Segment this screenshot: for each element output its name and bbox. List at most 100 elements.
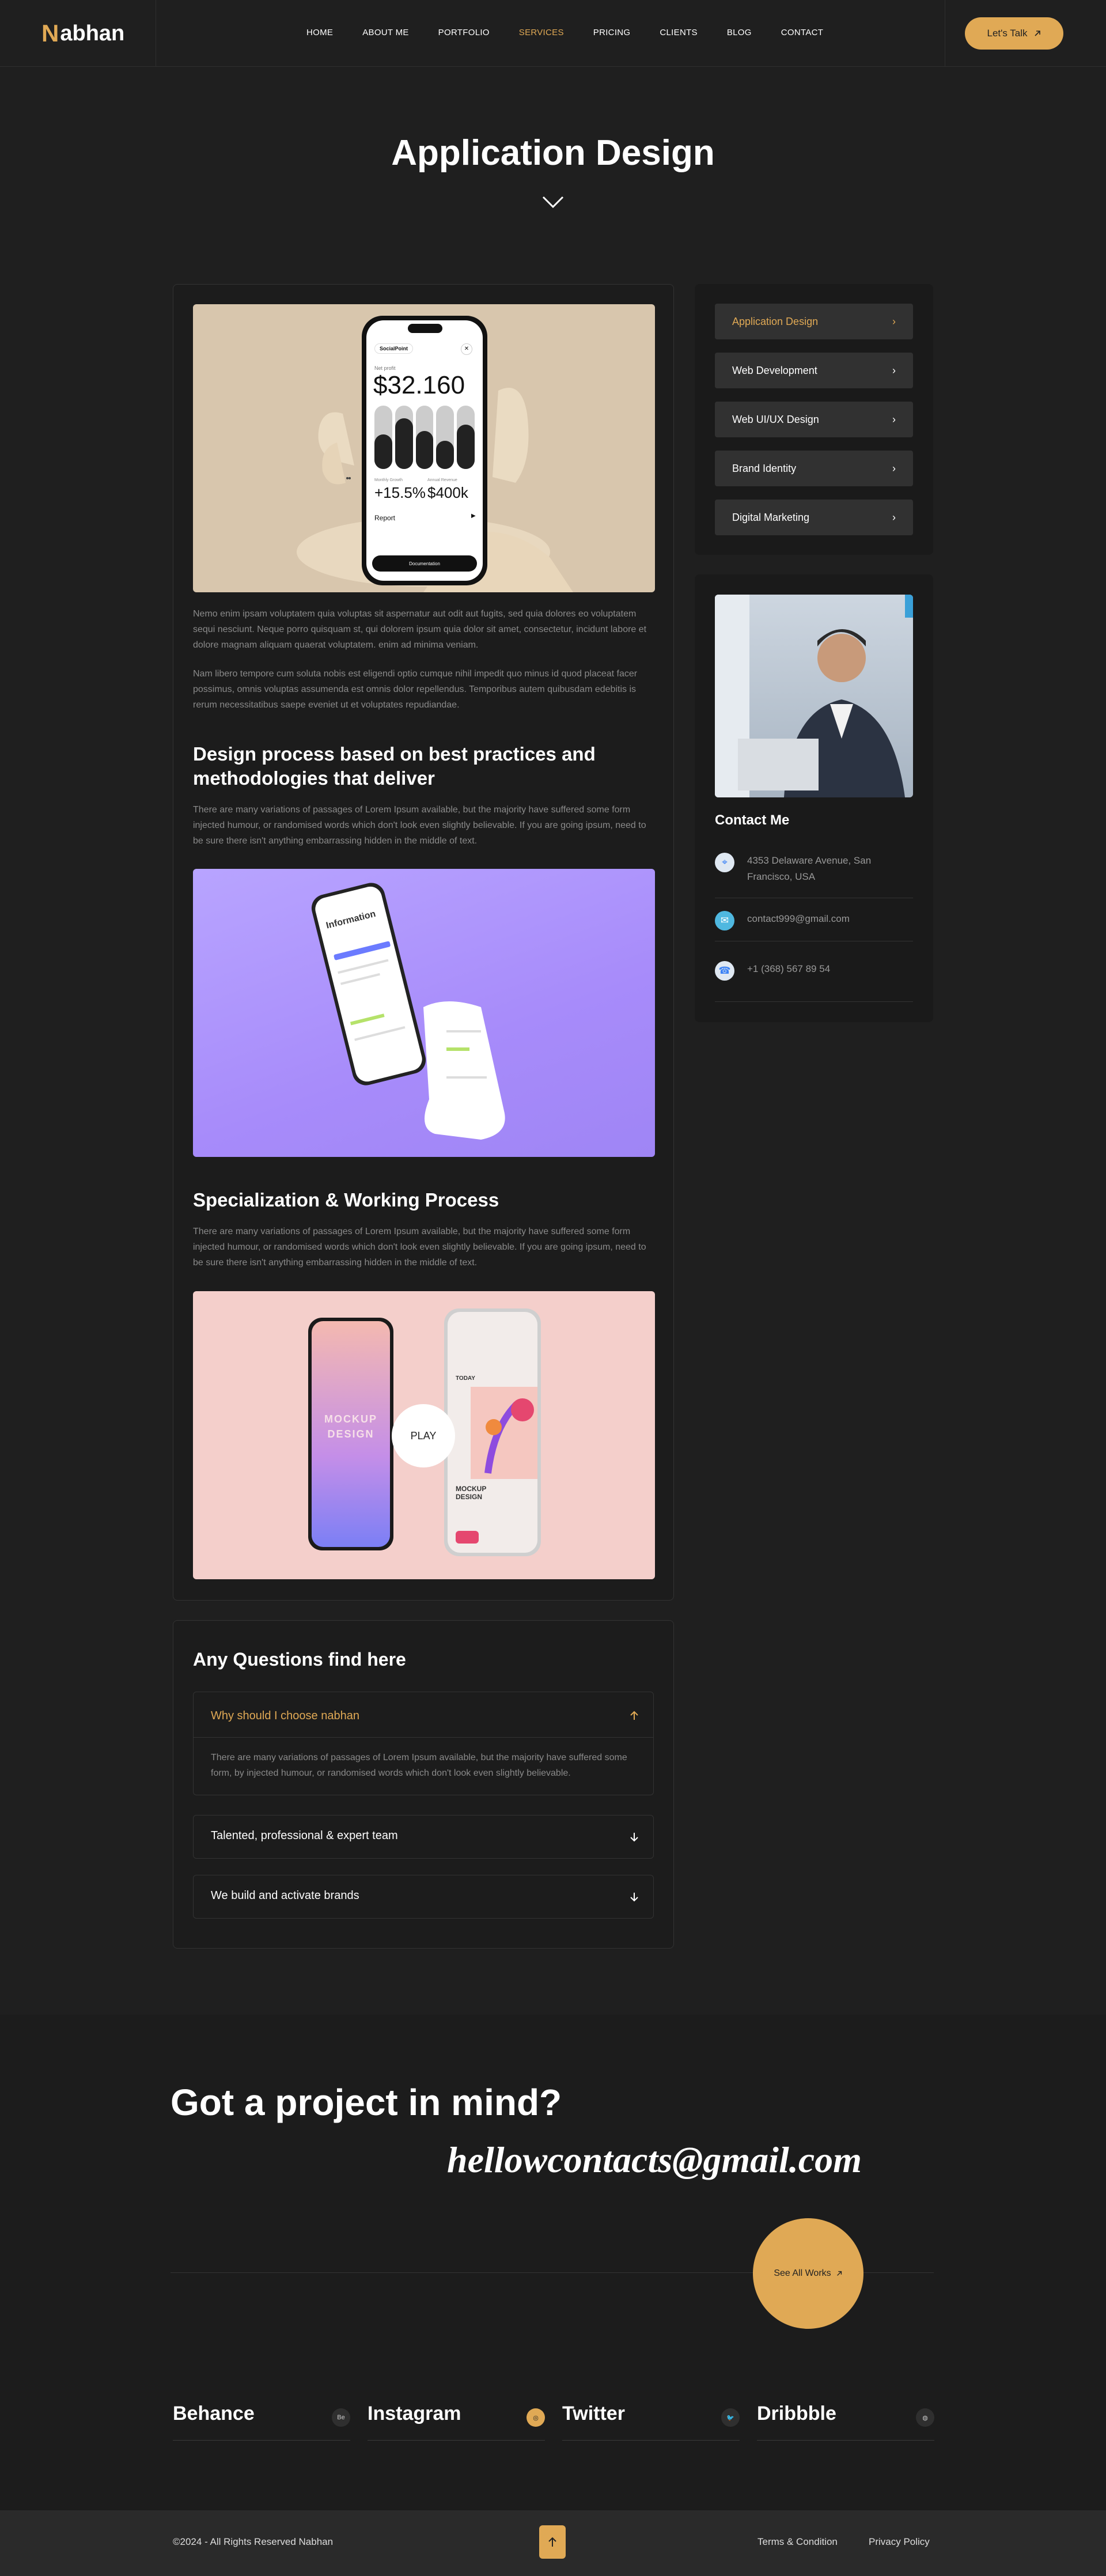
- instagram-icon: ◎: [527, 2408, 545, 2427]
- person-illustration: [715, 595, 913, 797]
- contact-title: Contact Me: [715, 812, 790, 828]
- sidebar-item-application-design[interactable]: Application Design ›: [715, 304, 913, 339]
- sidebar-item-label: Application Design: [732, 315, 819, 327]
- arrow-up-icon: [548, 2537, 556, 2547]
- social-dribbble[interactable]: Dribbble ◍: [757, 2403, 934, 2441]
- logo[interactable]: Nabhan: [41, 20, 124, 47]
- hero-image-phone: SocialPoint ✕ Net profit $32.160 Monthly…: [193, 304, 655, 592]
- lets-talk-label: Let's Talk: [987, 28, 1028, 39]
- faq-item[interactable]: Talented, professional & expert team: [193, 1815, 654, 1859]
- social-instagram[interactable]: Instagram ◎: [368, 2403, 545, 2441]
- site-header: Nabhan HOME ABOUT ME PORTFOLIO SERVICES …: [0, 0, 1106, 67]
- chevron-right-icon: ›: [892, 413, 896, 425]
- lets-talk-button[interactable]: Let's Talk: [965, 17, 1063, 50]
- behance-icon: Be: [332, 2408, 350, 2427]
- contact-phone[interactable]: ☎ +1 (368) 567 89 54: [715, 941, 913, 1002]
- chevron-right-icon: ›: [892, 462, 896, 474]
- section-paragraph-2: There are many variations of passages of…: [193, 1227, 646, 1268]
- sidebar-item-digital-marketing[interactable]: Digital Marketing ›: [715, 500, 913, 535]
- today-label: TODAY: [456, 1375, 475, 1382]
- logo-letter: N: [41, 20, 59, 47]
- mockup-small-text-2: DESIGN: [456, 1493, 483, 1501]
- nav-blog[interactable]: BLOG: [727, 28, 752, 37]
- arrow-up-icon: [630, 1711, 638, 1720]
- nav-portfolio[interactable]: PORTFOLIO: [438, 28, 490, 37]
- stat1-value: +15.5%: [374, 484, 426, 501]
- play-button[interactable]: PLAY: [392, 1404, 455, 1467]
- faq-title: Any Questions find here: [193, 1649, 406, 1670]
- nav-contact[interactable]: CONTACT: [781, 28, 823, 37]
- pill-label: Documentation: [409, 561, 440, 566]
- close-icon: ✕: [461, 343, 472, 355]
- logo-text: abhan: [60, 21, 125, 46]
- sidebar-item-ui-ux-design[interactable]: Web UI/UX Design ›: [715, 402, 913, 437]
- arrow-down-icon: [630, 1893, 638, 1902]
- nav-about[interactable]: ABOUT ME: [362, 28, 408, 37]
- intro-paragraph: Nemo enim ipsam voluptatem quia voluptas…: [193, 609, 647, 650]
- back-to-top-button[interactable]: [539, 2525, 566, 2559]
- sidebar-item-label: Web UI/UX Design: [732, 413, 819, 425]
- intro-paragraph-2: Nam libero tempore cum soluta nobis est …: [193, 669, 638, 710]
- contact-address: ⌖ 4353 Delaware Avenue, San Francisco, U…: [715, 843, 913, 898]
- stat2-label: Annual Revenue: [427, 478, 457, 482]
- faq-answer: There are many variations of passages of…: [211, 1753, 627, 1778]
- profit-label: Net profit: [374, 365, 396, 371]
- section-heading: Design process based on best practices a…: [193, 743, 596, 789]
- info-title: Information: [325, 909, 377, 931]
- profit-amount: $32.160: [373, 371, 465, 399]
- chevron-down-icon: [542, 196, 564, 209]
- nav-services[interactable]: SERVICES: [519, 28, 564, 37]
- phone-mockup-left: MOCKUP DESIGN: [308, 1318, 393, 1550]
- privacy-link[interactable]: Privacy Policy: [869, 2536, 930, 2548]
- nav-clients[interactable]: CLIENTS: [660, 28, 697, 37]
- stat2-value: $400k: [427, 484, 468, 501]
- arrow-up-right-icon: [1034, 31, 1040, 36]
- main-nav: HOME ABOUT ME PORTFOLIO SERVICES PRICING…: [306, 28, 853, 37]
- arrow-up-right-icon: [836, 2271, 842, 2276]
- profile-photo: [715, 595, 913, 797]
- copyright: ©2024 - All Rights Reserved Nabhan: [173, 2536, 334, 2547]
- mockup-small-text: MOCKUP: [456, 1485, 487, 1493]
- email-text: contact999@gmail.com: [747, 913, 850, 924]
- terms-link[interactable]: Terms & Condition: [757, 2536, 838, 2548]
- sidebar-item-brand-identity[interactable]: Brand Identity ›: [715, 451, 913, 486]
- contact-email[interactable]: ✉ contact999@gmail.com: [715, 898, 913, 941]
- see-all-works-button[interactable]: See All Works: [753, 2218, 863, 2329]
- chevron-right-icon: ›: [892, 364, 896, 376]
- play-small-icon: ▶: [471, 513, 476, 519]
- faq-item[interactable]: We build and activate brands: [193, 1875, 654, 1919]
- faq-question: Why should I choose nabhan: [211, 1709, 359, 1722]
- address-text: 4353 Delaware Avenue, San Francisco, USA: [747, 855, 872, 882]
- section-heading-2: Specialization & Working Process: [193, 1189, 499, 1211]
- faq-question: Talented, professional & expert team: [211, 1829, 398, 1842]
- image-pink-mockups: MOCKUP DESIGN TODAY MOCKUP DESIGN PLAY: [193, 1291, 655, 1579]
- social-behance[interactable]: Behance Be: [173, 2403, 350, 2441]
- nav-pricing[interactable]: PRICING: [593, 28, 631, 37]
- dribbble-icon: ◍: [916, 2408, 934, 2427]
- social-label: Instagram: [368, 2403, 461, 2424]
- sidebar-item-label: Brand Identity: [732, 462, 797, 474]
- chevron-right-icon: ›: [892, 315, 896, 327]
- sidebar-item-web-development[interactable]: Web Development ›: [715, 353, 913, 388]
- sidebar-item-label: Web Development: [732, 364, 817, 376]
- documentation-pill: Documentation: [372, 555, 477, 572]
- phone-mockup: SocialPoint ✕ Net profit $32.160 Monthly…: [362, 316, 487, 585]
- arrow-down-icon: [630, 1833, 638, 1842]
- report-label: Report: [374, 514, 396, 522]
- chat-bubble-icon: ✉: [715, 911, 734, 930]
- phone-mockup-tilted: Information: [308, 880, 429, 1088]
- faq-question: We build and activate brands: [211, 1889, 359, 1902]
- section-paragraph: There are many variations of passages of…: [193, 805, 646, 846]
- nav-home[interactable]: HOME: [306, 28, 333, 37]
- image-purple-phone: Information: [193, 869, 655, 1157]
- cta-email[interactable]: hellowcontacts@gmail.com: [447, 2139, 862, 2181]
- social-label: Twitter: [562, 2403, 625, 2424]
- twitter-icon: 🐦: [721, 2408, 740, 2427]
- social-twitter[interactable]: Twitter 🐦: [562, 2403, 740, 2441]
- social-label: Dribbble: [757, 2403, 836, 2424]
- app-brand: SocialPoint: [374, 343, 414, 354]
- faq-item-open[interactable]: Why should I choose nabhan There are man…: [193, 1692, 654, 1795]
- cta-title: Got a project in mind?: [171, 2082, 562, 2123]
- floral-illustration: [471, 1387, 537, 1479]
- chevron-right-icon: ›: [892, 511, 896, 523]
